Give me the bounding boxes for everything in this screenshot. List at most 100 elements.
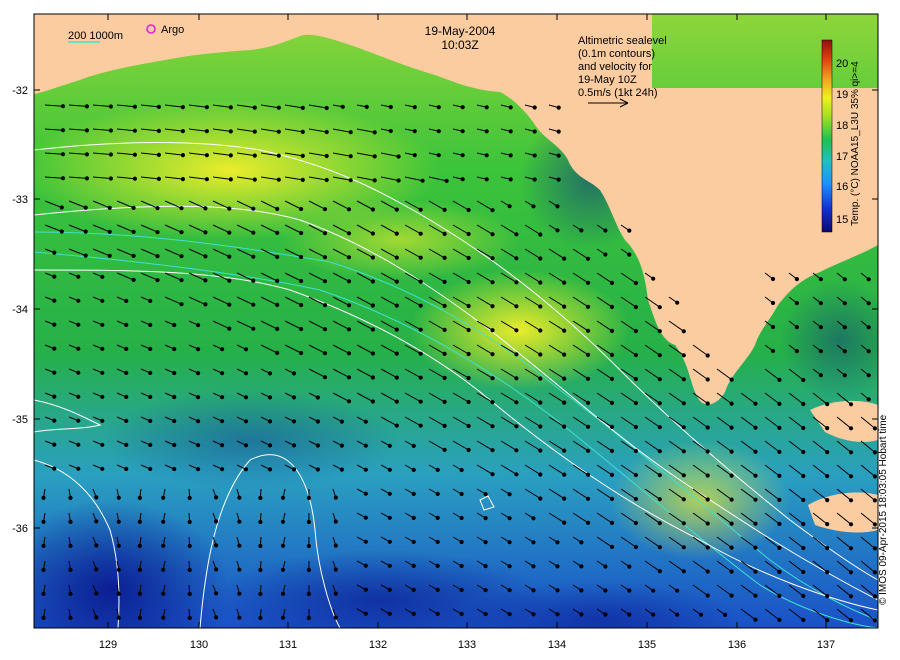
velocity-arrowhead [801,425,806,431]
velocity-arrowhead [52,370,57,375]
velocity-arrowhead [466,447,471,453]
velocity-arrowhead [633,400,639,406]
velocity-arrowhead [514,376,519,381]
velocity-arrowhead [801,449,806,455]
velocity-arrowhead [237,519,242,524]
velocity-arrowhead [124,370,129,375]
velocity-arrowhead [68,495,73,500]
velocity-arrowhead [459,563,464,569]
velocity-arrowhead [237,567,242,572]
velocity-arrowhead [237,543,242,548]
velocity-arrowhead [370,303,375,308]
velocity-arrowhead [227,254,232,259]
velocity-arrowhead [348,154,353,159]
velocity-arrowhead [729,377,734,382]
velocity-arrowhead [300,177,305,182]
velocity-arrowhead [203,230,208,235]
velocity-arrowhead [52,394,57,399]
velocity-arrowhead [514,424,519,429]
velocity-arrowhead [848,474,854,479]
velocity-arrowhead [387,587,392,592]
velocity-arrowhead [609,424,615,429]
velocity-arrowhead [848,522,854,527]
velocity-arrowhead [442,327,447,332]
velocity-arrowhead [657,377,662,382]
velocity-arrowhead [442,423,447,428]
velocity-arrowhead [346,255,352,260]
velocity-arrowhead [227,278,232,283]
velocity-arrowhead [68,543,73,549]
velocity-arrowhead [531,204,536,209]
velocity-arrowhead [346,375,352,380]
velocity-arrowhead [490,304,495,309]
velocity-arrowhead [41,543,46,549]
velocity-arrowhead [770,300,776,306]
velocity-arrowhead [436,105,441,110]
velocity-arrowhead [107,229,112,234]
velocity-arrowhead [172,442,177,448]
velocity-arrowhead [52,298,57,303]
velocity-arrowhead [490,448,495,453]
velocity-arrowhead [280,615,286,620]
velocity-arrowhead [131,277,136,282]
velocity-arrowhead [237,495,242,500]
velocity-arrowhead [657,353,662,358]
velocity-arrowhead [555,612,560,617]
velocity-arrowhead [258,567,263,573]
velocity-arrowhead [459,515,464,521]
velocity-arrowhead [435,539,440,545]
velocity-arrowhead [609,304,615,309]
velocity-arrowhead [627,612,632,617]
velocity-arrowhead [507,516,512,521]
velocity-arrowhead [52,346,57,351]
velocity-arrowhead [299,302,304,308]
velocity-arrowhead [258,615,263,621]
velocity-arrowhead [252,177,257,182]
velocity-arrowhead [435,587,440,593]
velocity-arrowhead [179,302,184,307]
velocity-arrowhead [243,419,249,424]
velocity-arrowhead [394,351,399,356]
velocity-arrowhead [227,206,232,211]
velocity-arrowhead [586,376,591,381]
velocity-arrowhead [412,153,417,158]
velocity-arrowhead [243,467,249,472]
velocity-arrowhead [705,425,710,430]
velocity-arrowhead [107,253,112,258]
velocity-arrowhead [436,153,441,158]
velocity-arrowhead [196,419,201,424]
velocity-arrowhead [116,567,121,572]
velocity-arrowhead [124,298,129,303]
velocity-arrowhead [333,567,338,572]
velocity-arrowhead [180,153,185,158]
velocity-arrowhead [372,154,377,159]
velocity-arrowhead [705,353,710,358]
velocity-arrowhead [387,443,392,448]
velocity-arrowhead [387,491,392,496]
velocity-arrowhead [538,232,543,237]
velocity-arrowhead [507,588,512,593]
velocity-arrowhead [76,370,81,375]
velocity-arrowhead [627,228,632,233]
velocity-arrowhead [466,327,471,333]
velocity-arrowhead [267,395,273,400]
velocity-arrowhead [460,129,465,134]
velocity-arrowhead [83,229,88,234]
velocity-arrowhead [179,230,184,235]
y-tick-label: -32 [12,85,28,97]
velocity-arrowhead [801,497,806,503]
velocity-arrowhead [155,206,160,211]
velocity-arrowhead [818,349,824,354]
velocity-arrowhead [753,425,758,430]
velocity-arrowhead [609,352,615,357]
velocity-arrowhead [76,274,81,279]
velocity-arrowhead [586,472,591,477]
velocity-arrowhead [276,105,281,110]
velocity-arrowhead [633,496,639,502]
velocity-arrowhead [681,353,686,358]
velocity-arrowhead [137,543,142,549]
velocity-arrowhead [705,401,710,406]
velocity-arrowhead [507,492,512,497]
x-tick-label: 136 [728,639,746,651]
velocity-arrowhead [396,154,401,159]
